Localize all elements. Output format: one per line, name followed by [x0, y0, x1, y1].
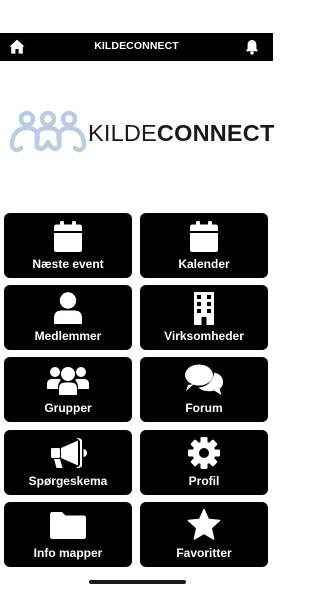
tile-next-event[interactable]: Næste event	[4, 213, 132, 278]
logo-text: KILDECONNECT	[88, 120, 275, 147]
calendar-icon	[190, 220, 218, 252]
logo: KILDECONNECT	[9, 108, 274, 156]
tile-label: Forum	[185, 401, 223, 415]
tile-survey[interactable]: Spørgeskema	[4, 430, 132, 495]
tile-label: Profil	[188, 474, 220, 488]
comments-icon	[185, 364, 223, 395]
tile-companies[interactable]: Virksomheder	[140, 285, 268, 350]
tile-label: Grupper	[44, 401, 92, 415]
top-bar: KILDECONNECT	[0, 33, 273, 61]
megaphone-icon	[51, 438, 87, 468]
tile-label: Info mapper	[33, 546, 103, 560]
star-icon	[187, 509, 221, 540]
logo-text-light: KILDE	[88, 120, 157, 146]
tile-label: Næste event	[32, 257, 104, 271]
home-indicator[interactable]	[89, 580, 186, 584]
tile-members[interactable]: Medlemmer	[4, 285, 132, 350]
tile-info-folders[interactable]: Info mapper	[4, 502, 132, 567]
tile-calendar[interactable]: Kalender	[140, 213, 268, 278]
tile-label: Medlemmer	[34, 329, 102, 343]
tile-label: Virksomheder	[164, 329, 244, 343]
tile-label: Favoritter	[176, 546, 232, 560]
app-title: KILDECONNECT	[94, 40, 179, 52]
gear-icon	[188, 437, 220, 469]
tile-favorites[interactable]: Favoritter	[140, 502, 268, 567]
user-icon	[54, 292, 82, 324]
calendar-icon	[54, 220, 82, 252]
tile-label: Kalender	[178, 257, 230, 271]
tile-groups[interactable]: Grupper	[4, 357, 132, 422]
users-icon	[47, 367, 89, 395]
tile-profile[interactable]: Profil	[140, 430, 268, 495]
people-logo-icon	[9, 110, 87, 153]
folder-icon	[50, 512, 86, 539]
building-icon	[194, 291, 214, 325]
bell-icon[interactable]	[245, 39, 259, 55]
tile-label: Spørgeskema	[28, 474, 108, 488]
tile-forum[interactable]: Forum	[140, 357, 268, 422]
logo-text-bold: CONNECT	[156, 120, 275, 146]
